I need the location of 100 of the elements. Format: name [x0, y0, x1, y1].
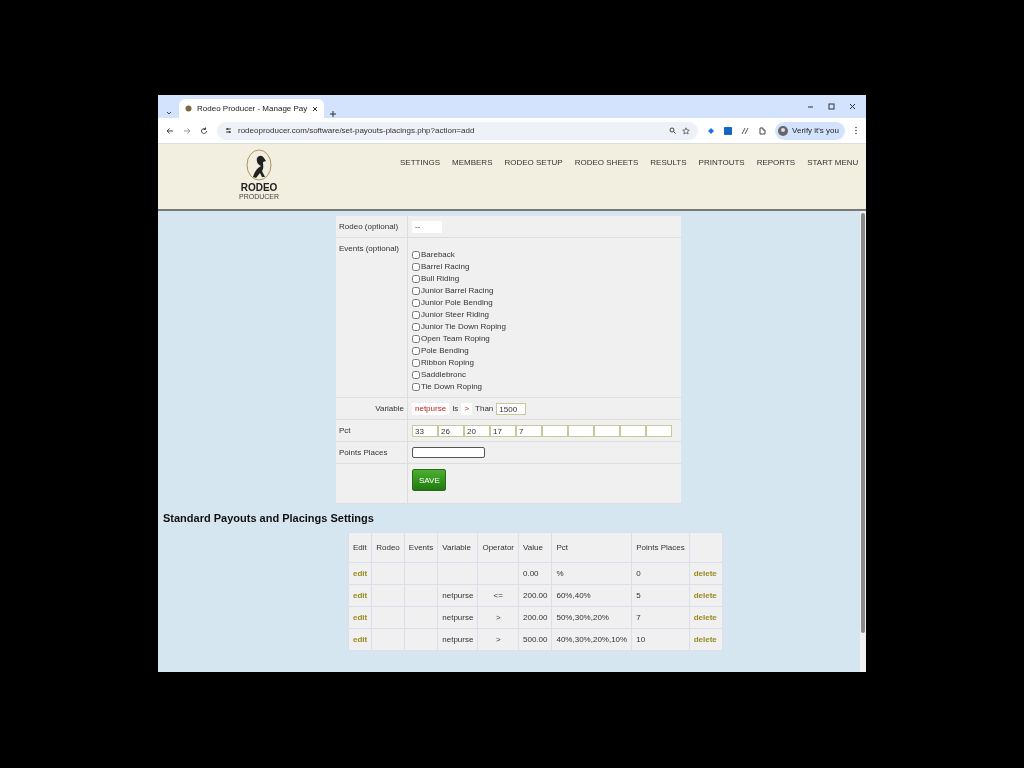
- pct-field[interactable]: 7: [516, 424, 542, 437]
- pct-field[interactable]: 33: [412, 424, 438, 437]
- nav-link[interactable]: SETTINGS: [400, 158, 440, 168]
- event-checkbox[interactable]: [412, 383, 420, 391]
- reload-icon[interactable]: [200, 126, 208, 135]
- maximize-icon[interactable]: [828, 103, 835, 110]
- column-header: Value: [518, 532, 552, 563]
- column-header: Rodeo: [371, 532, 405, 563]
- table-cell: netpurse: [437, 606, 478, 629]
- field-label: Variable: [336, 398, 408, 419]
- table-cell: 200.00: [518, 584, 552, 607]
- new-tab-icon[interactable]: [329, 110, 338, 118]
- rodeo-select[interactable]: --: [412, 220, 442, 233]
- table-cell: 0.00: [518, 562, 552, 585]
- event-label: Junior Barrel Racing: [421, 286, 494, 296]
- event-label: Junior Steer Riding: [421, 310, 490, 320]
- event-label: Junior Tie Down Roping: [421, 322, 506, 332]
- nav-link[interactable]: RODEO SHEETS: [574, 158, 639, 168]
- address-bar[interactable]: rodeoproducer.com/software/set-payouts-placings.php?action=add: [217, 121, 699, 140]
- field-label: Is: [452, 404, 459, 413]
- scrollbar[interactable]: [860, 211, 866, 672]
- nav-link[interactable]: PRINTOUTS: [698, 158, 745, 168]
- event-label: Junior Pole Bending: [421, 298, 493, 308]
- horse-emblem-icon: [245, 149, 273, 183]
- event-checkbox[interactable]: [412, 347, 420, 355]
- zoom-icon[interactable]: [669, 127, 677, 134]
- field-label: Pct: [336, 420, 408, 441]
- field-label: Points Places: [336, 442, 408, 463]
- pct-field[interactable]: [620, 424, 646, 437]
- event-label: Bareback: [421, 250, 455, 260]
- logo-text: RODEO: [240, 183, 278, 193]
- table-cell: 5: [631, 584, 690, 607]
- close-icon[interactable]: [312, 105, 319, 112]
- variable-select[interactable]: netpurse: [412, 402, 450, 415]
- event-checkbox[interactable]: [412, 263, 420, 271]
- table-cell: 60%,40%: [551, 584, 632, 607]
- event-checkbox[interactable]: [412, 311, 420, 319]
- pct-field[interactable]: [542, 424, 568, 437]
- event-checkbox[interactable]: [412, 359, 420, 367]
- browser-tab[interactable]: Rodeo Producer - Manage Pay: [179, 99, 325, 118]
- save-button[interactable]: SAVE: [412, 469, 446, 491]
- pct-field[interactable]: [568, 424, 594, 437]
- table-cell: 40%,30%,20%,10%: [551, 628, 632, 651]
- pct-field[interactable]: [646, 424, 672, 437]
- table-cell: >: [477, 628, 519, 651]
- table-cell: %: [551, 562, 632, 585]
- pct-field[interactable]: 20: [464, 424, 490, 437]
- event-label: Bull Riding: [421, 274, 460, 284]
- table-cell: 10: [631, 628, 690, 651]
- favicon-icon: [185, 105, 192, 112]
- table-cell: netpurse: [437, 628, 478, 651]
- operator-select[interactable]: >: [461, 402, 473, 415]
- profile-button[interactable]: Verify it's you: [775, 121, 845, 140]
- event-label: Saddlebronc: [421, 370, 466, 380]
- table-cell: 200.00: [518, 606, 552, 629]
- table-cell: netpurse: [437, 584, 478, 607]
- event-checkbox[interactable]: [412, 299, 420, 307]
- avatar-icon: [778, 125, 789, 136]
- minimize-icon[interactable]: [807, 103, 814, 110]
- event-checkbox[interactable]: [412, 323, 420, 331]
- column-header: Variable: [437, 532, 478, 563]
- nav-link[interactable]: RESULTS: [650, 158, 687, 168]
- column-header: Points Places: [631, 532, 690, 563]
- table-cell: >: [477, 606, 519, 629]
- event-label: Ribbon Roping: [421, 358, 474, 368]
- extension-icon[interactable]: [741, 126, 750, 135]
- event-checkbox[interactable]: [412, 275, 420, 283]
- table-cell: 500.00: [518, 628, 552, 651]
- event-checkbox[interactable]: [412, 371, 420, 379]
- field-label: Rodeo (optional): [336, 216, 408, 237]
- event-label: Barrel Racing: [421, 262, 470, 272]
- nav-link[interactable]: RODEO SETUP: [504, 158, 563, 168]
- column-header: Edit: [348, 532, 372, 563]
- event-label: Open Team Roping: [421, 334, 490, 344]
- url-text: rodeoproducer.com/software/set-payouts-placings.php?action=add: [238, 126, 476, 135]
- nav-link[interactable]: REPORTS: [756, 158, 796, 168]
- table-cell: <=: [477, 584, 519, 607]
- nav-link[interactable]: START MENU: [807, 158, 859, 168]
- table-cell: 0: [631, 562, 690, 585]
- event-checkbox[interactable]: [412, 287, 420, 295]
- pct-field[interactable]: [594, 424, 620, 437]
- close-icon[interactable]: [849, 103, 856, 110]
- back-icon[interactable]: [166, 126, 174, 135]
- site-info-icon[interactable]: [225, 127, 232, 134]
- section-heading: Standard Payouts and Placings Settings: [163, 512, 375, 524]
- column-header: Pct: [551, 532, 632, 563]
- pct-field[interactable]: 26: [438, 424, 464, 437]
- table-cell: 50%,30%,20%: [551, 606, 632, 629]
- event-checkbox[interactable]: [412, 335, 420, 343]
- column-header: Operator: [477, 532, 519, 563]
- points-places-field[interactable]: [412, 447, 485, 458]
- column-header: Events: [404, 532, 438, 563]
- event-checkbox[interactable]: [412, 251, 420, 259]
- table-cell: 7: [631, 606, 690, 629]
- pct-field[interactable]: 17: [490, 424, 516, 437]
- nav-link[interactable]: MEMBERS: [452, 158, 493, 168]
- field-label: Events (optional): [336, 238, 408, 397]
- amount-field[interactable]: 1500: [496, 402, 527, 415]
- star-icon[interactable]: [682, 126, 691, 135]
- forward-icon[interactable]: [183, 126, 191, 135]
